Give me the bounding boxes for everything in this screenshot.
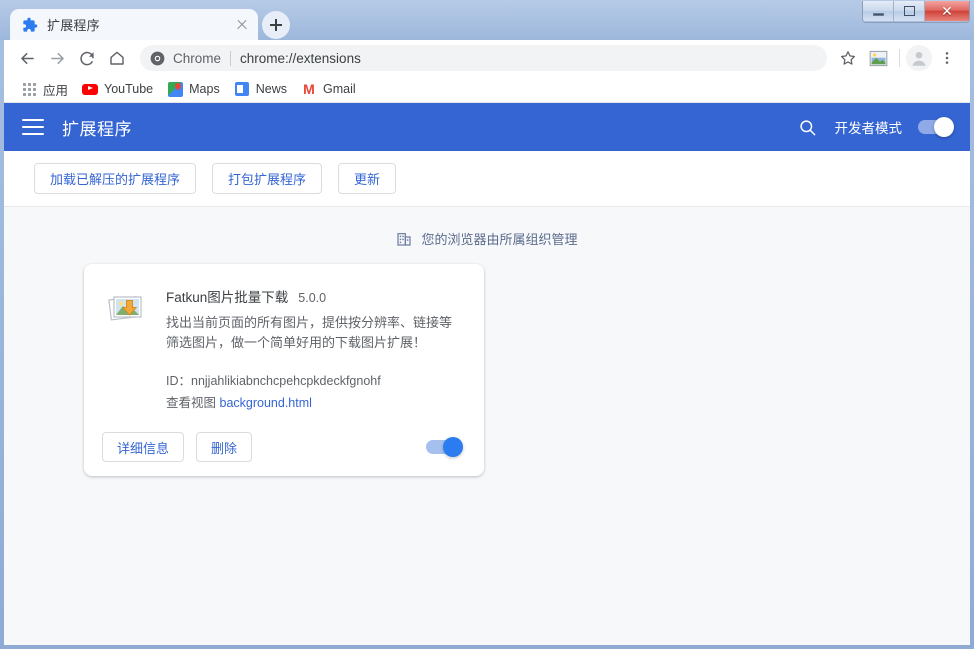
maps-icon xyxy=(167,81,183,97)
dev-mode-label: 开发者模式 xyxy=(834,121,903,136)
extension-version: 5.0.0 xyxy=(298,291,327,305)
bookmark-item-maps[interactable]: Maps xyxy=(160,78,227,100)
hamburger-icon[interactable] xyxy=(22,119,44,135)
extensions-header-actions: 开发者模式 xyxy=(795,114,954,140)
extension-description: 找出当前页面的所有图片，提供按分辨率、链接等筛选图片，做一个简单好用的下载图片扩… xyxy=(166,315,453,351)
tab-strip: 扩展程序 ✕ xyxy=(0,0,974,40)
reload-icon[interactable] xyxy=(72,43,102,73)
background-page-link[interactable]: background.html xyxy=(220,396,312,410)
extension-id: ID：nnjjahlikiabnchcpehcpkdeckfgnohf xyxy=(166,374,381,389)
forward-icon[interactable] xyxy=(42,43,72,73)
home-icon[interactable] xyxy=(102,43,132,73)
extensions-page: 扩展程序 开发者模式 加载已解压的扩展程序 打包扩展程序 更新 您的浏览器由所属… xyxy=(4,103,970,645)
bookmark-label: Maps xyxy=(189,82,220,96)
news-icon xyxy=(234,81,250,97)
avatar[interactable] xyxy=(906,45,932,71)
bookmark-item-gmail[interactable]: M Gmail xyxy=(294,78,363,100)
search-icon[interactable] xyxy=(795,114,821,140)
browser-content: Chrome chrome://extensions 应用 YouTube Ma… xyxy=(4,40,970,645)
extension-puzzle-icon xyxy=(22,17,38,33)
star-icon[interactable] xyxy=(833,43,863,73)
managed-by-organization-notice: 您的浏览器由所属组织管理 xyxy=(4,207,970,264)
pack-extension-button[interactable]: 打包扩展程序 xyxy=(212,163,323,194)
views-label: 查看视图 xyxy=(166,395,217,410)
browser-window: 扩展程序 ✕ Chrome chrome://extensions 应用 You… xyxy=(0,0,974,649)
bookmark-label: 应用 xyxy=(43,83,69,98)
extensions-header: 扩展程序 开发者模式 xyxy=(4,103,970,151)
bookmark-label: Gmail xyxy=(322,82,356,96)
close-tab-icon[interactable] xyxy=(234,17,250,33)
extension-meta: ID：nnjjahlikiabnchcpehcpkdeckfgnohf 查看视图… xyxy=(166,371,462,414)
details-button[interactable]: 详细信息 xyxy=(102,432,185,463)
gmail-icon: M xyxy=(303,81,315,97)
browser-toolbar: Chrome chrome://extensions xyxy=(4,40,970,76)
minimize-button[interactable] xyxy=(863,1,894,21)
extension-title-row: Fatkun图片批量下载 5.0.0 xyxy=(166,286,462,306)
toolbar-right-actions xyxy=(833,43,962,73)
window-caption-buttons: ✕ xyxy=(862,1,970,23)
extension-enabled-toggle[interactable] xyxy=(426,437,463,458)
maximize-button[interactable] xyxy=(894,1,925,21)
back-icon[interactable] xyxy=(12,43,42,73)
omnibox-url: chrome://extensions xyxy=(240,50,361,66)
close-icon: ✕ xyxy=(941,3,953,19)
bookmark-item-news[interactable]: News xyxy=(227,78,294,100)
bookmark-label: YouTube xyxy=(104,82,154,96)
bookmarks-bar: 应用 YouTube Maps News M Gmail xyxy=(4,76,970,103)
address-bar[interactable]: Chrome chrome://extensions xyxy=(140,45,827,71)
minimize-icon xyxy=(872,13,884,16)
close-window-button[interactable]: ✕ xyxy=(925,1,969,21)
load-unpacked-button[interactable]: 加载已解压的扩展程序 xyxy=(34,163,197,194)
managed-notice-text: 您的浏览器由所属组织管理 xyxy=(421,232,578,247)
maximize-icon xyxy=(903,6,915,16)
extension-views-row: 查看视图 background.html xyxy=(166,393,462,415)
enterprise-building-icon xyxy=(396,231,412,247)
extension-cards-area: Fatkun图片批量下载 5.0.0 找出当前页面的所有图片，提供按分辨率、链接… xyxy=(4,264,970,477)
extensions-action-bar: 加载已解压的扩展程序 打包扩展程序 更新 xyxy=(4,151,970,207)
extension-card: Fatkun图片批量下载 5.0.0 找出当前页面的所有图片，提供按分辨率、链接… xyxy=(84,264,484,477)
extension-name: Fatkun图片批量下载 xyxy=(166,290,289,305)
extension-info: Fatkun图片批量下载 5.0.0 找出当前页面的所有图片，提供按分辨率、链接… xyxy=(166,286,462,414)
youtube-icon xyxy=(82,81,99,97)
tab-title: 扩展程序 xyxy=(47,18,100,33)
chrome-logo-icon xyxy=(150,51,165,66)
bookmark-item-youtube[interactable]: YouTube xyxy=(75,78,160,100)
image-extension-icon[interactable] xyxy=(863,43,893,73)
apps-grid-icon xyxy=(21,81,37,97)
page-title: 扩展程序 xyxy=(62,119,132,139)
dev-mode-toggle[interactable] xyxy=(918,117,954,137)
remove-button[interactable]: 删除 xyxy=(196,432,253,463)
omnibox-divider xyxy=(230,50,232,66)
omnibox-scheme-label: Chrome xyxy=(173,50,222,66)
bookmark-label: News xyxy=(255,82,287,96)
new-tab-button[interactable] xyxy=(262,11,290,39)
fatkun-image-download-icon xyxy=(106,288,146,328)
browser-tab[interactable]: 扩展程序 xyxy=(10,9,258,40)
update-button[interactable]: 更新 xyxy=(338,163,397,194)
extension-card-footer: 详细信息 删除 xyxy=(84,422,484,476)
extension-card-body: Fatkun图片批量下载 5.0.0 找出当前页面的所有图片，提供按分辨率、链接… xyxy=(84,264,484,422)
toolbar-divider xyxy=(899,49,900,67)
bookmark-item-apps[interactable]: 应用 xyxy=(14,78,75,100)
more-vertical-icon[interactable] xyxy=(932,43,962,73)
